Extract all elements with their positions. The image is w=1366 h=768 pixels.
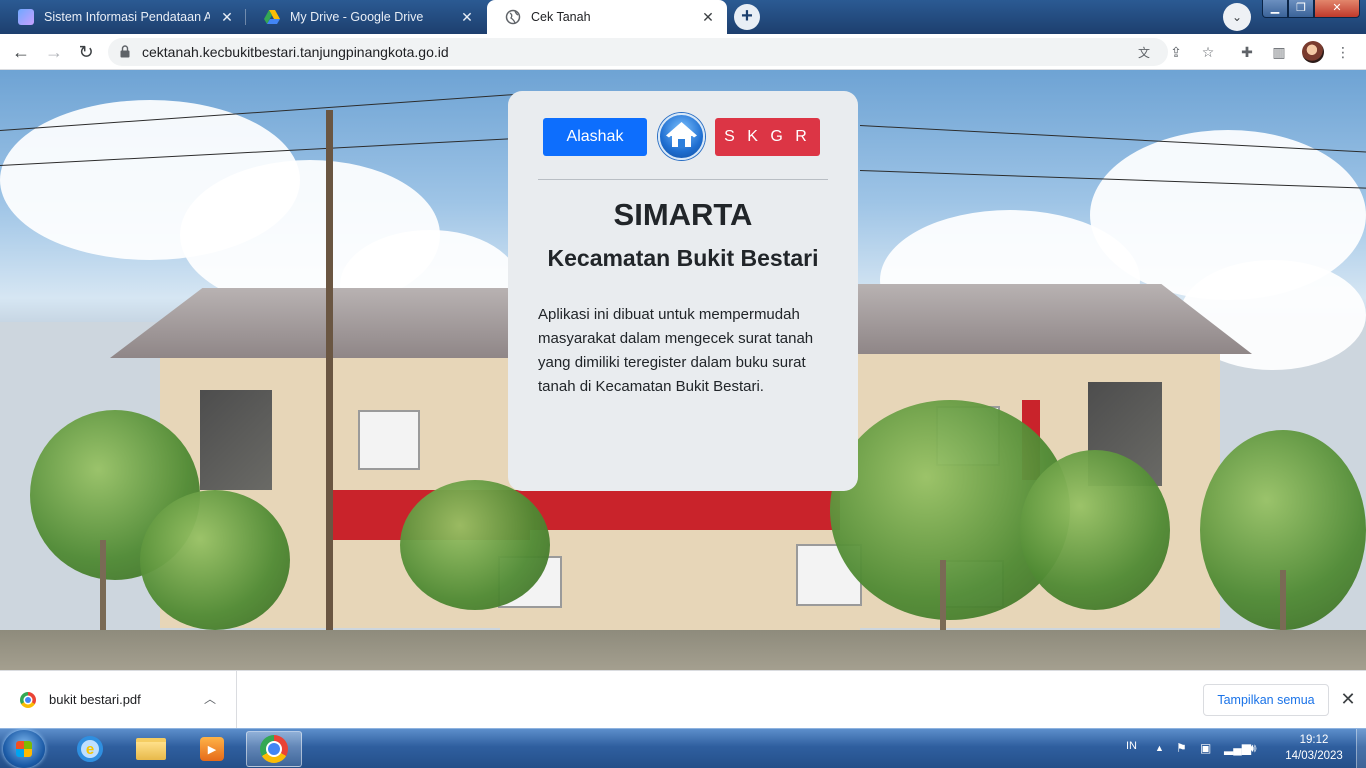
minimize-window-button[interactable]: ▁ (1262, 0, 1288, 18)
clock-date[interactable]: 14/03/2023 (1284, 750, 1344, 762)
info-card: Alashak S K G R SIMARTA Kecamatan Bukit … (508, 91, 858, 491)
clock-time[interactable]: 19:12 (1284, 734, 1344, 746)
browser-toolbar: ← → ↻ cektanah.kecbukitbestari.tanjungpi… (0, 34, 1366, 70)
extensions-puzzle-icon[interactable]: ✚ (1237, 42, 1257, 62)
media-player-icon: ▶ (200, 737, 224, 761)
windows-logo-icon (16, 741, 32, 757)
side-panel-icon[interactable]: ▥ (1269, 42, 1289, 62)
forward-arrow-icon[interactable]: → (42, 40, 66, 64)
show-desktop-button[interactable] (1356, 729, 1366, 768)
close-window-button[interactable]: ✕ (1314, 0, 1360, 18)
close-tab-icon[interactable]: ✕ (218, 8, 236, 26)
home-icon (666, 122, 697, 147)
download-item[interactable]: bukit bestari.pdf ︿ (0, 671, 237, 728)
taskbar-internet-explorer[interactable]: e (62, 731, 118, 767)
address-bar[interactable]: cektanah.kecbukitbestari.tanjungpinangko… (108, 38, 1168, 66)
app-description: Aplikasi ini dibuat untuk mempermudah ma… (538, 306, 814, 395)
download-file-name[interactable]: bukit bestari.pdf (49, 692, 141, 707)
page-title: SIMARTA (613, 197, 753, 232)
action-center-flag-icon[interactable]: ⚑ (1176, 741, 1187, 755)
language-indicator[interactable]: IN (1126, 740, 1137, 752)
chrome-icon (260, 735, 288, 763)
close-tab-icon[interactable]: ✕ (458, 8, 476, 26)
internet-explorer-icon: e (77, 736, 103, 762)
globe-icon (505, 9, 521, 25)
profile-avatar[interactable] (1302, 41, 1324, 63)
page-viewport: Alashak S K G R SIMARTA Kecamatan Bukit … (0, 70, 1366, 670)
show-all-downloads-button[interactable]: Tampilkan semua (1203, 684, 1329, 716)
url-text[interactable]: cektanah.kecbukitbestari.tanjungpinangko… (142, 44, 449, 60)
divider (538, 179, 828, 180)
more-menu-icon[interactable]: ⋮ (1333, 42, 1353, 62)
home-button[interactable] (658, 113, 705, 160)
reload-icon[interactable]: ↻ (74, 40, 98, 64)
skgr-button[interactable]: S K G R (715, 118, 820, 156)
chevron-up-icon[interactable]: ︿ (204, 690, 216, 707)
tab-search-chevron-icon[interactable]: ⌄ (1223, 3, 1251, 31)
taskbar-media-player[interactable]: ▶ (184, 731, 240, 767)
network-signal-icon[interactable]: ▂▄▆ (1224, 741, 1251, 755)
tab-google-drive[interactable]: My Drive - Google Drive ✕ (246, 0, 486, 34)
taskbar-chrome[interactable] (246, 731, 302, 767)
windows-taskbar: e ▶ IN ▲ ⚑ ▣ ▂▄▆ 🔊︎ 19:12 14/03/2023 (0, 728, 1366, 768)
alashak-button[interactable]: Alashak (543, 118, 647, 156)
google-drive-icon (264, 9, 280, 25)
volume-icon[interactable]: 🔊︎ (1249, 741, 1257, 756)
download-shelf: bukit bestari.pdf ︿ Tampilkan semua ✕ (0, 670, 1366, 728)
taskbar-file-explorer[interactable] (123, 731, 179, 767)
show-hidden-icons-icon[interactable]: ▲ (1155, 743, 1164, 753)
tab-sistem-informasi[interactable]: Sistem Informasi Pendataan Aplikasi ✕ (0, 0, 246, 34)
tab-title: Cek Tanah (531, 10, 591, 24)
tab-strip: Sistem Informasi Pendataan Aplikasi ✕ My… (0, 0, 1366, 34)
form-favicon-icon (18, 9, 34, 25)
device-icon[interactable]: ▣ (1200, 741, 1211, 755)
tab-cek-tanah[interactable]: Cek Tanah ✕ (487, 0, 727, 34)
translate-icon[interactable]: 文 (1134, 42, 1154, 62)
close-tab-icon[interactable]: ✕ (699, 8, 717, 26)
new-tab-button[interactable]: + (734, 4, 760, 30)
start-button[interactable] (3, 730, 45, 768)
maximize-window-button[interactable]: ❐ (1288, 0, 1314, 18)
lock-icon[interactable] (120, 45, 130, 58)
bookmark-star-icon[interactable]: ☆ (1198, 42, 1218, 62)
back-arrow-icon[interactable]: ← (9, 40, 33, 64)
close-shelf-icon[interactable]: ✕ (1339, 689, 1357, 709)
tab-title: Sistem Informasi Pendataan Aplikasi (44, 10, 210, 24)
folder-icon (136, 738, 166, 760)
tab-title: My Drive - Google Drive (290, 10, 424, 24)
chrome-file-icon (20, 692, 36, 708)
page-subtitle: Kecamatan Bukit Bestari (547, 245, 819, 271)
share-icon[interactable]: ⇪ (1166, 42, 1186, 62)
